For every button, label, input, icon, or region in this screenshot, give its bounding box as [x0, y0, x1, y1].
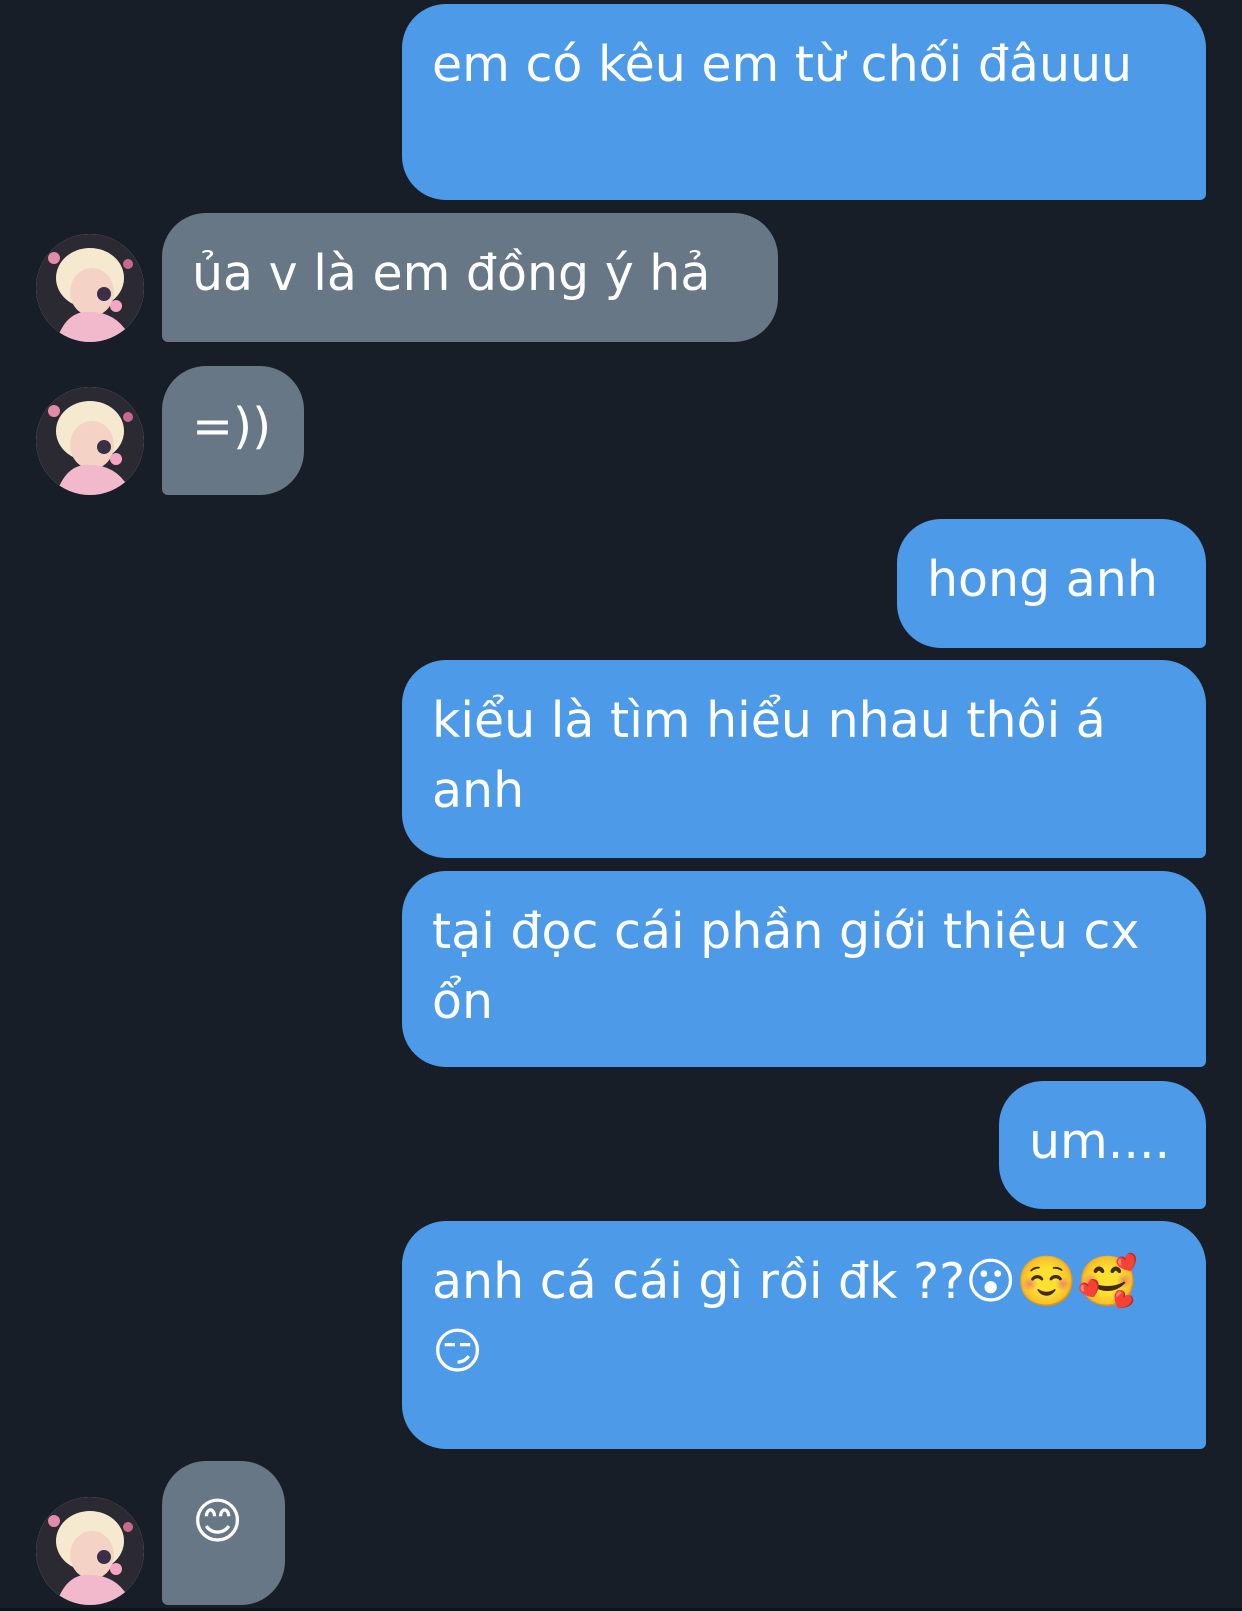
- avatar-image-icon: [36, 234, 144, 342]
- message-text: em có kêu em từ chối đâuuu: [432, 36, 1133, 93]
- sent-message-bubble[interactable]: em có kêu em từ chối đâuuu: [402, 4, 1206, 200]
- sent-message-bubble[interactable]: um....: [999, 1081, 1206, 1209]
- message-text: kiểu là tìm hiểu nhau thôi á anh: [432, 692, 1106, 819]
- message-text: um....: [1029, 1113, 1171, 1170]
- sent-message-bubble[interactable]: kiểu là tìm hiểu nhau thôi á anh: [402, 660, 1206, 858]
- contact-avatar[interactable]: [36, 1497, 144, 1605]
- received-message-bubble[interactable]: ủa v là em đồng ý hả: [162, 213, 778, 342]
- contact-avatar[interactable]: [36, 387, 144, 495]
- message-text: =)): [192, 398, 272, 455]
- message-text: hong anh: [927, 551, 1158, 608]
- message-text: ủa v là em đồng ý hả: [192, 245, 711, 302]
- avatar-image-icon: [36, 387, 144, 495]
- sent-message-bubble[interactable]: anh cá cái gì rồi đk ??😮☺️🥰😏: [402, 1221, 1206, 1449]
- received-message-bubble[interactable]: 😊: [162, 1461, 285, 1605]
- message-text: 😊: [192, 1493, 244, 1550]
- contact-avatar[interactable]: [36, 234, 144, 342]
- sent-message-bubble[interactable]: hong anh: [897, 519, 1206, 648]
- sent-message-bubble[interactable]: tại đọc cái phần giới thiệu cx ổn: [402, 871, 1206, 1067]
- chat-thread: em có kêu em từ chối đâuuu ủa v là em đồ…: [0, 0, 1242, 1611]
- received-message-bubble[interactable]: =)): [162, 366, 304, 495]
- message-text: tại đọc cái phần giới thiệu cx ổn: [432, 903, 1140, 1030]
- avatar-image-icon: [36, 1497, 144, 1605]
- message-text: anh cá cái gì rồi đk ??😮☺️🥰😏: [432, 1253, 1139, 1380]
